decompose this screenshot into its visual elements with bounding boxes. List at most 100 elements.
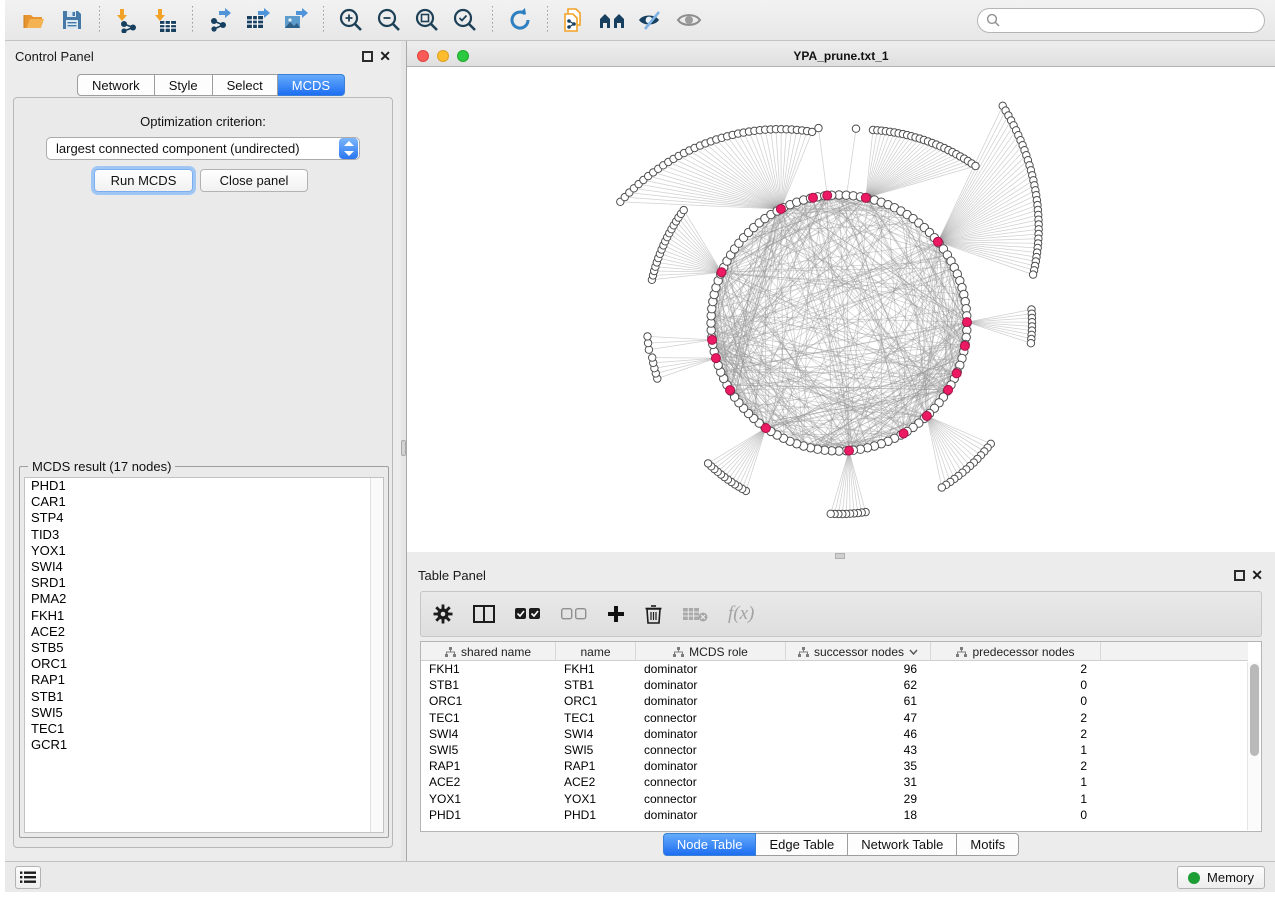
tab-network-table[interactable]: Network Table — [848, 833, 957, 856]
column-header-shared-name[interactable]: shared name — [421, 642, 556, 661]
mcds-hub-node[interactable] — [944, 385, 953, 394]
mcds-result-item[interactable]: GCR1 — [25, 737, 383, 753]
zoom-in-button[interactable] — [336, 5, 366, 35]
network-leaf-node[interactable] — [704, 460, 711, 467]
delete-table-button[interactable] — [682, 606, 708, 622]
toggle-column-panel-button[interactable] — [473, 605, 495, 623]
splitter-handle[interactable] — [401, 440, 406, 456]
table-row[interactable]: TEC1TEC1connector472 — [421, 710, 1248, 726]
table-scrollbar-thumb[interactable] — [1250, 664, 1259, 756]
create-column-button[interactable] — [607, 605, 625, 623]
network-leaf-node[interactable] — [644, 333, 651, 340]
tab-mcds[interactable]: MCDS — [278, 74, 345, 96]
mcds-result-item[interactable]: PMA2 — [25, 591, 383, 607]
open-file-button[interactable] — [19, 5, 49, 35]
optimization-criterion-select[interactable]: largest connected component (undirected) — [46, 137, 360, 160]
table-row[interactable]: PHD1PHD1dominator180 — [421, 807, 1248, 823]
zoom-selected-button[interactable] — [450, 5, 480, 35]
mcds-result-item[interactable]: ORC1 — [25, 656, 383, 672]
close-panel-button[interactable]: Close panel — [200, 169, 308, 192]
mcds-hub-node[interactable] — [861, 193, 870, 202]
export-network-button[interactable] — [205, 5, 235, 35]
mcds-hub-node[interactable] — [823, 191, 832, 200]
new-network-from-selection-button[interactable] — [560, 5, 590, 35]
mcds-result-item[interactable]: YOX1 — [25, 543, 383, 559]
function-builder-button[interactable]: f(x) — [728, 603, 754, 625]
tab-style[interactable]: Style — [155, 74, 213, 96]
table-row[interactable]: RAP1RAP1dominator352 — [421, 758, 1248, 774]
mcds-hub-node[interactable] — [761, 424, 770, 433]
mcds-hub-node[interactable] — [845, 446, 854, 455]
tab-motifs[interactable]: Motifs — [957, 833, 1019, 856]
zoom-fit-button[interactable] — [412, 5, 442, 35]
mcds-result-item[interactable]: STP4 — [25, 510, 383, 526]
table-scrollbar[interactable] — [1247, 662, 1260, 830]
mcds-result-item[interactable]: FKH1 — [25, 608, 383, 624]
mcds-hub-node[interactable] — [899, 429, 908, 438]
mcds-result-item[interactable]: STB1 — [25, 689, 383, 705]
column-header-predecessor-nodes[interactable]: predecessor nodes — [931, 642, 1101, 661]
horizontal-splitter-handle[interactable] — [835, 553, 845, 559]
mcds-result-item[interactable]: CAR1 — [25, 494, 383, 510]
column-header-MCDS-role[interactable]: MCDS role — [636, 642, 786, 661]
show-all-button[interactable] — [674, 5, 704, 35]
table-row[interactable]: SWI5SWI5connector431 — [421, 742, 1248, 758]
column-header-name[interactable]: name — [556, 642, 636, 661]
column-header-successor-nodes[interactable]: successor nodes — [786, 642, 931, 661]
run-mcds-button[interactable]: Run MCDS — [94, 169, 193, 192]
mcds-hub-node[interactable] — [960, 341, 969, 350]
hide-selected-button[interactable] — [636, 5, 666, 35]
mcds-result-item[interactable]: PHD1 — [25, 478, 383, 494]
mcds-hub-node[interactable] — [711, 354, 720, 363]
network-leaf-node[interactable] — [972, 162, 979, 169]
network-canvas[interactable] — [407, 67, 1275, 552]
mcds-result-item[interactable]: SRD1 — [25, 575, 383, 591]
import-network-button[interactable] — [112, 5, 142, 35]
first-neighbors-button[interactable] — [598, 5, 628, 35]
mcds-hub-node[interactable] — [963, 318, 972, 327]
mcds-result-item[interactable]: STB5 — [25, 640, 383, 656]
mcds-hub-node[interactable] — [933, 237, 942, 246]
mcds-result-item[interactable]: TEC1 — [25, 721, 383, 737]
tab-select[interactable]: Select — [213, 74, 278, 96]
export-table-button[interactable] — [243, 5, 273, 35]
close-panel-icon[interactable]: ✕ — [379, 49, 391, 63]
tab-edge-table[interactable]: Edge Table — [756, 833, 848, 856]
network-leaf-node[interactable] — [1029, 271, 1036, 278]
import-table-button[interactable] — [150, 5, 180, 35]
deselect-all-columns-button[interactable] — [561, 608, 587, 620]
mcds-result-item[interactable]: SWI4 — [25, 559, 383, 575]
network-leaf-node[interactable] — [680, 206, 687, 213]
select-all-columns-button[interactable] — [515, 608, 541, 620]
table-row[interactable]: ORC1ORC1dominator610 — [421, 693, 1248, 709]
mcds-result-item[interactable]: SWI5 — [25, 705, 383, 721]
table-row[interactable]: ACE2ACE2connector311 — [421, 774, 1248, 790]
show-panel-list-button[interactable] — [15, 866, 41, 889]
float-panel-icon[interactable] — [362, 51, 373, 62]
mcds-hub-node[interactable] — [922, 412, 931, 421]
mcds-result-item[interactable]: ACE2 — [25, 624, 383, 640]
mcds-hub-node[interactable] — [952, 369, 961, 378]
tab-network[interactable]: Network — [77, 74, 155, 96]
export-image-button[interactable] — [281, 5, 311, 35]
refresh-button[interactable] — [505, 5, 535, 35]
mcds-hub-node[interactable] — [708, 335, 717, 344]
network-leaf-node[interactable] — [1027, 340, 1034, 347]
table-settings-button[interactable] — [433, 604, 453, 624]
mcds-hub-node[interactable] — [776, 205, 785, 214]
save-session-button[interactable] — [57, 5, 87, 35]
delete-column-button[interactable] — [645, 604, 662, 624]
zoom-out-button[interactable] — [374, 5, 404, 35]
search-input[interactable] — [977, 8, 1265, 33]
network-leaf-node[interactable] — [938, 484, 945, 491]
mcds-hub-node[interactable] — [726, 386, 735, 395]
mcds-result-item[interactable]: TID3 — [25, 527, 383, 543]
table-row[interactable]: FKH1FKH1dominator962 — [421, 661, 1248, 677]
table-row[interactable]: SWI4SWI4dominator462 — [421, 726, 1248, 742]
close-panel-icon[interactable]: ✕ — [1251, 568, 1263, 582]
mcds-hub-node[interactable] — [717, 268, 726, 277]
network-leaf-node[interactable] — [815, 124, 822, 131]
network-leaf-node[interactable] — [852, 125, 859, 132]
network-window-titlebar[interactable]: YPA_prune.txt_1 — [407, 45, 1275, 67]
network-leaf-node[interactable] — [649, 354, 656, 361]
